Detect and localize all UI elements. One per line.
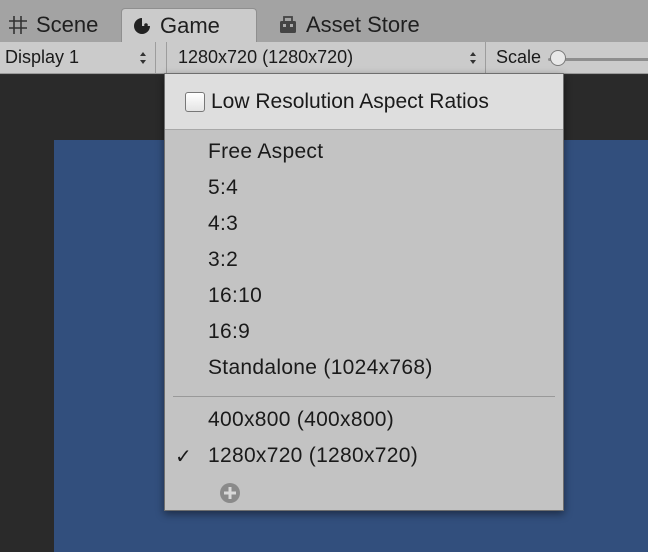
menu-item-16-10[interactable]: 16:10 xyxy=(165,278,563,314)
game-toolbar: Display 1 1280x720 (1280x720) Scale xyxy=(0,42,648,74)
menu-separator xyxy=(173,396,555,397)
resolution-select[interactable]: 1280x720 (1280x720) xyxy=(166,42,486,73)
tab-asset-store-label: Asset Store xyxy=(306,12,420,37)
menu-item-3-2[interactable]: 3:2 xyxy=(165,242,563,278)
resolution-dropdown-menu: Low Resolution Aspect Ratios Free Aspect… xyxy=(164,73,564,511)
menu-item-16-9[interactable]: 16:9 xyxy=(165,314,563,350)
plus-circle-icon[interactable] xyxy=(219,482,241,504)
menu-item-1280x720[interactable]: ✓ 1280x720 (1280x720) xyxy=(165,438,563,474)
low-resolution-label: Low Resolution Aspect Ratios xyxy=(211,89,489,113)
menu-item-label: 400x800 (400x800) xyxy=(208,408,395,431)
menu-item-4-3[interactable]: 4:3 xyxy=(165,206,563,242)
display-select-label: Display 1 xyxy=(5,47,80,67)
menu-item-label: Free Aspect xyxy=(208,140,324,163)
menu-item-free-aspect[interactable]: Free Aspect xyxy=(165,134,563,170)
menu-item-5-4[interactable]: 5:4 xyxy=(165,170,563,206)
tab-game-label: Game xyxy=(160,13,220,38)
low-resolution-toggle[interactable]: Low Resolution Aspect Ratios xyxy=(165,74,563,130)
scale-slider-knob[interactable] xyxy=(550,50,566,66)
menu-item-label: 4:3 xyxy=(208,212,239,235)
menu-item-label: Standalone (1024x768) xyxy=(208,356,433,379)
pacman-icon xyxy=(134,18,150,34)
menu-item-label: 5:4 xyxy=(208,176,239,199)
scale-label: Scale xyxy=(496,47,542,67)
store-bag-icon xyxy=(280,16,296,33)
menu-item-label: 3:2 xyxy=(208,248,239,271)
tab-bar: Scene Game Asset Store xyxy=(0,0,648,43)
grid-icon xyxy=(9,16,27,34)
display-select[interactable]: Display 1 xyxy=(0,42,156,73)
menu-item-standalone[interactable]: Standalone (1024x768) xyxy=(165,350,563,386)
menu-item-label: 1280x720 (1280x720) xyxy=(208,444,419,467)
tab-scene-label: Scene xyxy=(36,12,99,37)
checkmark-icon: ✓ xyxy=(175,445,193,468)
updown-arrows-icon xyxy=(470,52,476,64)
menu-item-label: 16:10 xyxy=(208,284,263,307)
resolution-select-label: 1280x720 (1280x720) xyxy=(178,47,354,67)
low-resolution-checkbox[interactable] xyxy=(185,91,205,112)
menu-item-400x800[interactable]: 400x800 (400x800) xyxy=(165,402,563,438)
scale-control: Scale xyxy=(486,42,648,73)
tab-asset-store[interactable]: Asset Store xyxy=(268,8,448,42)
tab-game[interactable]: Game xyxy=(121,8,257,43)
updown-arrows-icon xyxy=(140,52,146,64)
menu-item-label: 16:9 xyxy=(208,320,251,343)
tab-scene[interactable]: Scene xyxy=(0,8,116,42)
